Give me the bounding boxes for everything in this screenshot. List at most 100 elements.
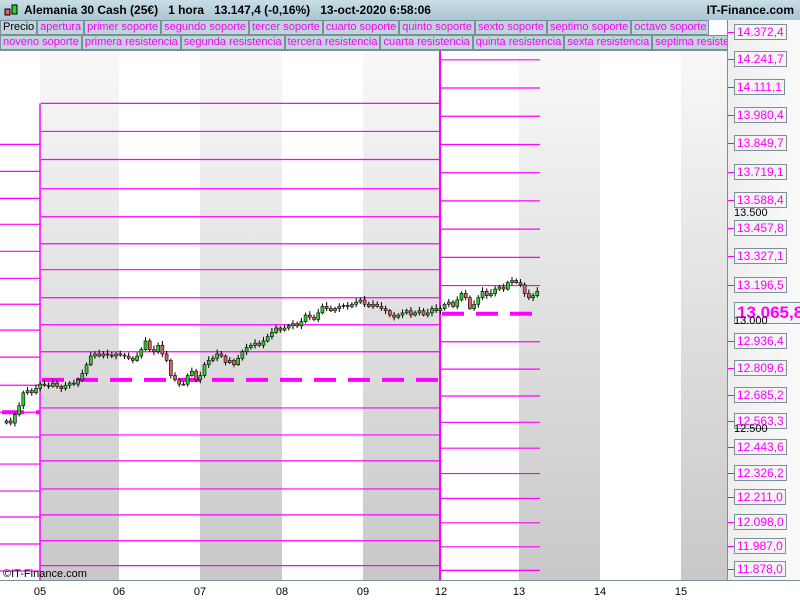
candle-body: [21, 392, 26, 407]
candle-body: [493, 288, 497, 294]
candle-body: [168, 360, 173, 376]
legend-tab[interactable]: primera resistencia: [81, 35, 181, 50]
candle-body: [421, 310, 426, 316]
candle-body: [84, 364, 89, 374]
day-band: [200, 51, 282, 581]
candlestick-icon: [4, 3, 18, 20]
candle-body: [383, 308, 388, 312]
chart-title: Alemania 30 Cash (25€) 1 hora 13.147,4 (…: [24, 3, 431, 17]
level-label: 12.685,2: [734, 386, 787, 403]
candle-body: [442, 303, 447, 309]
candle-body: [535, 290, 540, 296]
level-label: 14.241,7: [734, 50, 787, 67]
candle-body: [396, 314, 401, 318]
candle-body: [409, 310, 413, 316]
candle-body: [413, 312, 417, 316]
level-label: 14.372,4: [734, 24, 787, 40]
candle-body: [278, 327, 283, 331]
candle-body: [447, 301, 451, 305]
time-axis: 05 06 07 08 09 12 13 14 15: [0, 580, 800, 601]
candle-body: [316, 312, 321, 320]
candle-body: [185, 375, 190, 385]
candle-body: [97, 353, 101, 357]
candle-body: [122, 354, 127, 357]
x-tick-label: 07: [193, 586, 207, 598]
legend-tab[interactable]: octavo soporte: [631, 20, 710, 35]
x-tick-label: 14: [593, 586, 607, 598]
candle-body: [46, 384, 51, 387]
candle-body: [80, 373, 85, 381]
candle-body: [329, 308, 333, 312]
candle-body: [270, 332, 274, 337]
candle-body: [333, 308, 337, 312]
legend-tab[interactable]: tercera resistencia: [284, 35, 381, 50]
legend-tab[interactable]: apertura: [37, 20, 85, 35]
candle-body: [531, 295, 535, 299]
candle-body: [430, 308, 434, 314]
legend-tab[interactable]: primer soporte: [84, 20, 162, 35]
day-band: [681, 51, 727, 581]
level-label: 12.443,6: [734, 439, 787, 456]
level-label: 13.980,4: [734, 107, 787, 124]
candle-body: [8, 420, 13, 424]
x-tick-label: 05: [33, 586, 47, 598]
candle-body: [147, 340, 152, 350]
candle-body: [72, 382, 76, 385]
candle-body: [219, 353, 224, 357]
candle-body: [156, 344, 160, 353]
level-label: 13.719,1: [734, 163, 787, 180]
candle-body: [135, 355, 139, 361]
candle-body: [350, 303, 354, 307]
candle-body: [514, 280, 519, 283]
level-label: 13.588,4: [734, 191, 787, 208]
candle-body: [480, 290, 485, 299]
level-label: 13.196,5: [734, 276, 787, 293]
day-band: [519, 51, 600, 581]
candle-body: [274, 327, 278, 333]
candle-body: [160, 344, 165, 355]
level-label: 12.326,2: [734, 464, 787, 481]
legend-tab[interactable]: quinta resistencia: [472, 35, 565, 50]
candle-body: [375, 303, 380, 307]
candle-body: [434, 308, 438, 312]
candle-body: [131, 357, 135, 361]
candle-body: [164, 353, 169, 361]
legend-tab[interactable]: septimo soporte: [547, 20, 632, 35]
candle-body: [362, 299, 367, 305]
candle-body: [198, 375, 203, 381]
level-label: 11.987,0: [734, 537, 786, 554]
candle-body: [308, 314, 312, 318]
legend-tab[interactable]: Precio: [0, 20, 38, 35]
candle-body: [455, 299, 460, 307]
candle-body: [143, 340, 148, 350]
candle-body: [4, 420, 9, 424]
candle-body: [341, 305, 346, 307]
legend-tab[interactable]: noveno soporte: [0, 35, 82, 50]
candle-body: [476, 297, 481, 305]
candle-body: [388, 310, 392, 316]
legend-tab[interactable]: segunda resistencia: [180, 35, 285, 50]
legend-tab[interactable]: segundo soporte: [161, 20, 250, 35]
legend-tab[interactable]: sexto soporte: [474, 20, 548, 35]
day-band: [40, 51, 119, 581]
legend-tab[interactable]: tercer soporte: [249, 20, 323, 35]
candle-body: [253, 342, 257, 346]
candle-body: [63, 384, 68, 389]
candle-body: [497, 286, 502, 290]
candle-body: [152, 349, 156, 353]
candle-body: [286, 325, 291, 329]
candle-body: [358, 299, 363, 303]
price-chart[interactable]: [0, 50, 727, 581]
candle-body: [173, 375, 177, 381]
candle-body: [282, 327, 287, 331]
candle-body: [17, 405, 21, 415]
legend-tab[interactable]: cuarta resistencia: [380, 35, 473, 50]
candle-body: [379, 306, 384, 309]
candle-body: [194, 370, 198, 381]
legend-tab[interactable]: quinto soporte: [399, 20, 475, 35]
legend-tab[interactable]: cuarto soporte: [322, 20, 400, 35]
legend-tab[interactable]: sexta resistencia: [564, 35, 653, 50]
legend-tab[interactable]: septima resistencia: [652, 35, 727, 50]
candle-body: [303, 314, 308, 322]
candle-body: [118, 353, 123, 356]
